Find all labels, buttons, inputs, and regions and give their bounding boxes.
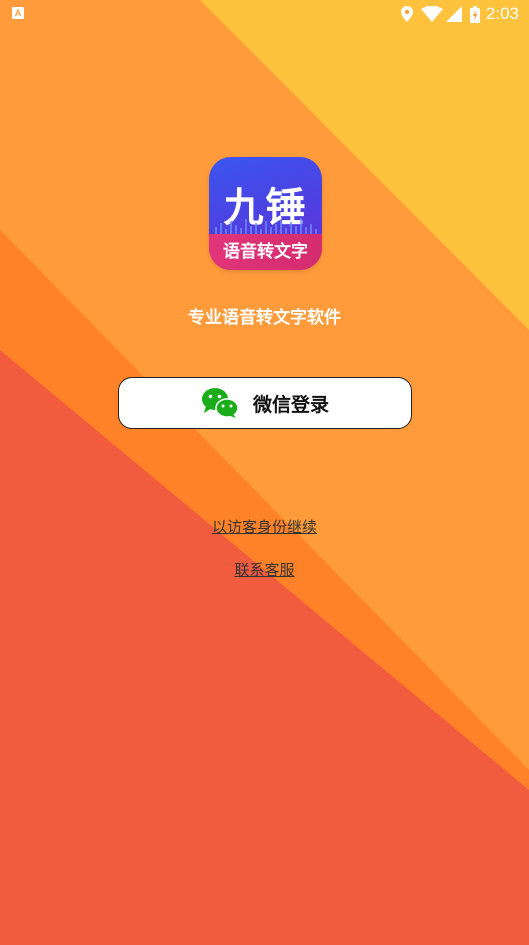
sound-wave-icon — [215, 218, 317, 235]
status-time: 2:03 — [485, 4, 519, 23]
background — [0, 0, 529, 945]
status-bar: A 2:03 — [0, 0, 529, 28]
guest-continue-link[interactable]: 以访客身份继续 — [0, 516, 529, 537]
wechat-login-button[interactable]: 微信登录 — [118, 377, 412, 429]
wifi-icon — [420, 6, 443, 22]
location-icon — [400, 6, 413, 22]
app-logo: 九锤 语音转文字 — [209, 157, 322, 270]
app-tagline: 专业语音转文字软件 — [188, 308, 341, 328]
contact-support-link[interactable]: 联系客服 — [0, 559, 529, 580]
signal-icon — [445, 6, 462, 22]
notification-icon: A — [12, 7, 24, 19]
wechat-icon — [201, 388, 239, 418]
wechat-login-label: 微信登录 — [252, 393, 329, 416]
battery-icon — [469, 5, 480, 23]
app-logo-banner: 语音转文字 — [209, 234, 322, 270]
